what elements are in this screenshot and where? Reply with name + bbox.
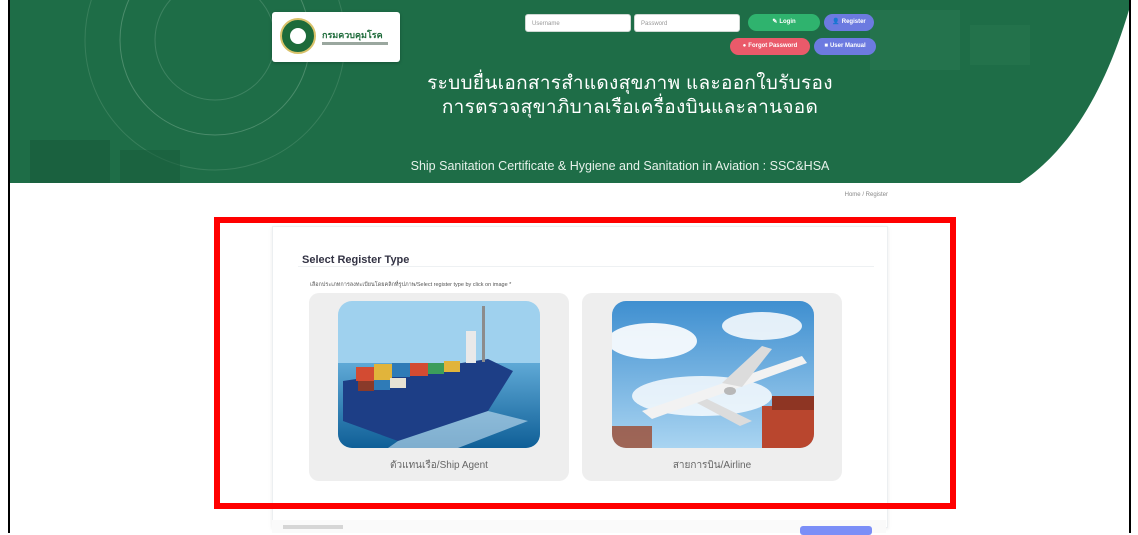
- register-button[interactable]: 👤 Register: [824, 14, 874, 31]
- book-icon: ■: [824, 43, 828, 49]
- logo-subtext: [322, 42, 388, 45]
- next-section-text: [283, 525, 343, 529]
- next-section-card: [272, 520, 886, 533]
- next-section-button[interactable]: [800, 526, 872, 535]
- ddc-logo[interactable]: กรมควบคุมโรค: [272, 12, 400, 62]
- password-input[interactable]: Password: [634, 14, 740, 32]
- user-manual-button[interactable]: ■ User Manual: [814, 38, 876, 55]
- key-icon: ●: [742, 43, 747, 49]
- user-icon: 👤: [832, 19, 840, 25]
- ddc-emblem-icon: [280, 18, 316, 54]
- page-title-english: Ship Sanitation Certificate & Hygiene an…: [410, 159, 830, 173]
- pencil-icon: ✎: [772, 19, 778, 25]
- highlight-annotation-box: [214, 217, 956, 509]
- page-title-thai-line2: การตรวจสุขาภิบาลเรือเครื่องบินและลานจอด: [441, 97, 819, 118]
- forgot-password-button[interactable]: ● Forgot Password: [730, 38, 810, 55]
- login-button[interactable]: ✎ Login: [748, 14, 820, 31]
- window-frame-right: [1129, 0, 1131, 533]
- username-input[interactable]: Username: [525, 14, 631, 32]
- logo-text: กรมควบคุมโรค: [322, 30, 383, 40]
- site-header: กรมควบคุมโรค Username Password ✎ Login 👤 R…: [10, 0, 1129, 183]
- breadcrumb[interactable]: Home / Register: [818, 192, 888, 198]
